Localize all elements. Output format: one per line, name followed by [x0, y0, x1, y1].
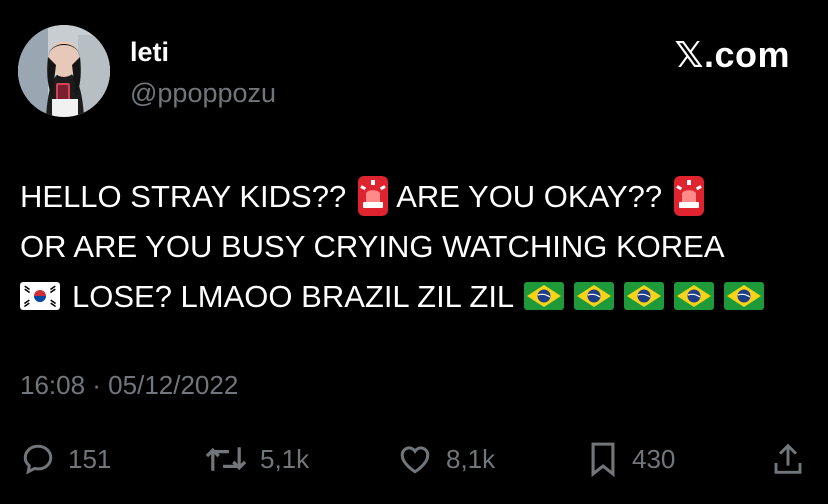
- brazil-flag-icon: [724, 281, 765, 310]
- like-count: 8,1k: [446, 443, 496, 474]
- tweet-line-2: OR ARE YOU BUSY CRYING WATCHING KOREA: [20, 229, 725, 264]
- tweet-line-1: HELLO STRAY KIDS?? ARE YOU OKAY??: [20, 172, 820, 222]
- brazil-flag-icon: [624, 281, 665, 310]
- repost-button[interactable]: 5,1k: [204, 436, 309, 482]
- tweet-text-segment: ARE YOU OKAY??: [396, 179, 663, 214]
- tweet-text-segment: LOSE? LMAOO BRAZIL ZIL ZIL: [72, 279, 515, 314]
- share-button[interactable]: [772, 436, 804, 482]
- siren-emoji-icon: [674, 175, 705, 216]
- reply-count: 151: [68, 443, 112, 474]
- siren-emoji-icon: [358, 175, 389, 216]
- reply-icon: [23, 444, 53, 475]
- x-logo-icon: 𝕏: [674, 35, 704, 76]
- brazil-flag-icon: [674, 281, 715, 310]
- share-icon: [774, 443, 802, 474]
- brand-suffix: .com: [703, 34, 790, 75]
- tweet-timestamp[interactable]: 16:08 · 05/12/2022: [20, 370, 238, 401]
- like-button[interactable]: 8,1k: [396, 436, 495, 482]
- brazil-flag-icon: [574, 281, 615, 310]
- tweet-line-3: LOSE? LMAOO BRAZIL ZIL ZIL: [20, 272, 820, 322]
- avatar[interactable]: [18, 25, 110, 117]
- bookmark-count: 430: [632, 443, 676, 474]
- brazil-flag-icon: [524, 281, 565, 310]
- reply-button[interactable]: 151: [20, 436, 111, 482]
- south-korea-flag-icon: [20, 281, 60, 310]
- bookmark-button[interactable]: 430: [586, 436, 675, 482]
- action-bar: 151 5,1k 8,1k 430: [20, 436, 810, 482]
- repost-icon: [205, 447, 247, 471]
- author-handle[interactable]: @ppoppozu: [130, 78, 276, 109]
- brand-watermark: 𝕏.com: [674, 34, 790, 76]
- tweet-text: HELLO STRAY KIDS?? ARE YOU OKAY?? OR ARE…: [20, 172, 820, 322]
- avatar-image: [18, 25, 110, 117]
- repost-count: 5,1k: [260, 443, 310, 474]
- bookmark-icon: [591, 442, 615, 478]
- author-name[interactable]: leti: [130, 37, 169, 68]
- tweet-text-segment: HELLO STRAY KIDS??: [20, 179, 347, 214]
- heart-icon: [400, 446, 430, 474]
